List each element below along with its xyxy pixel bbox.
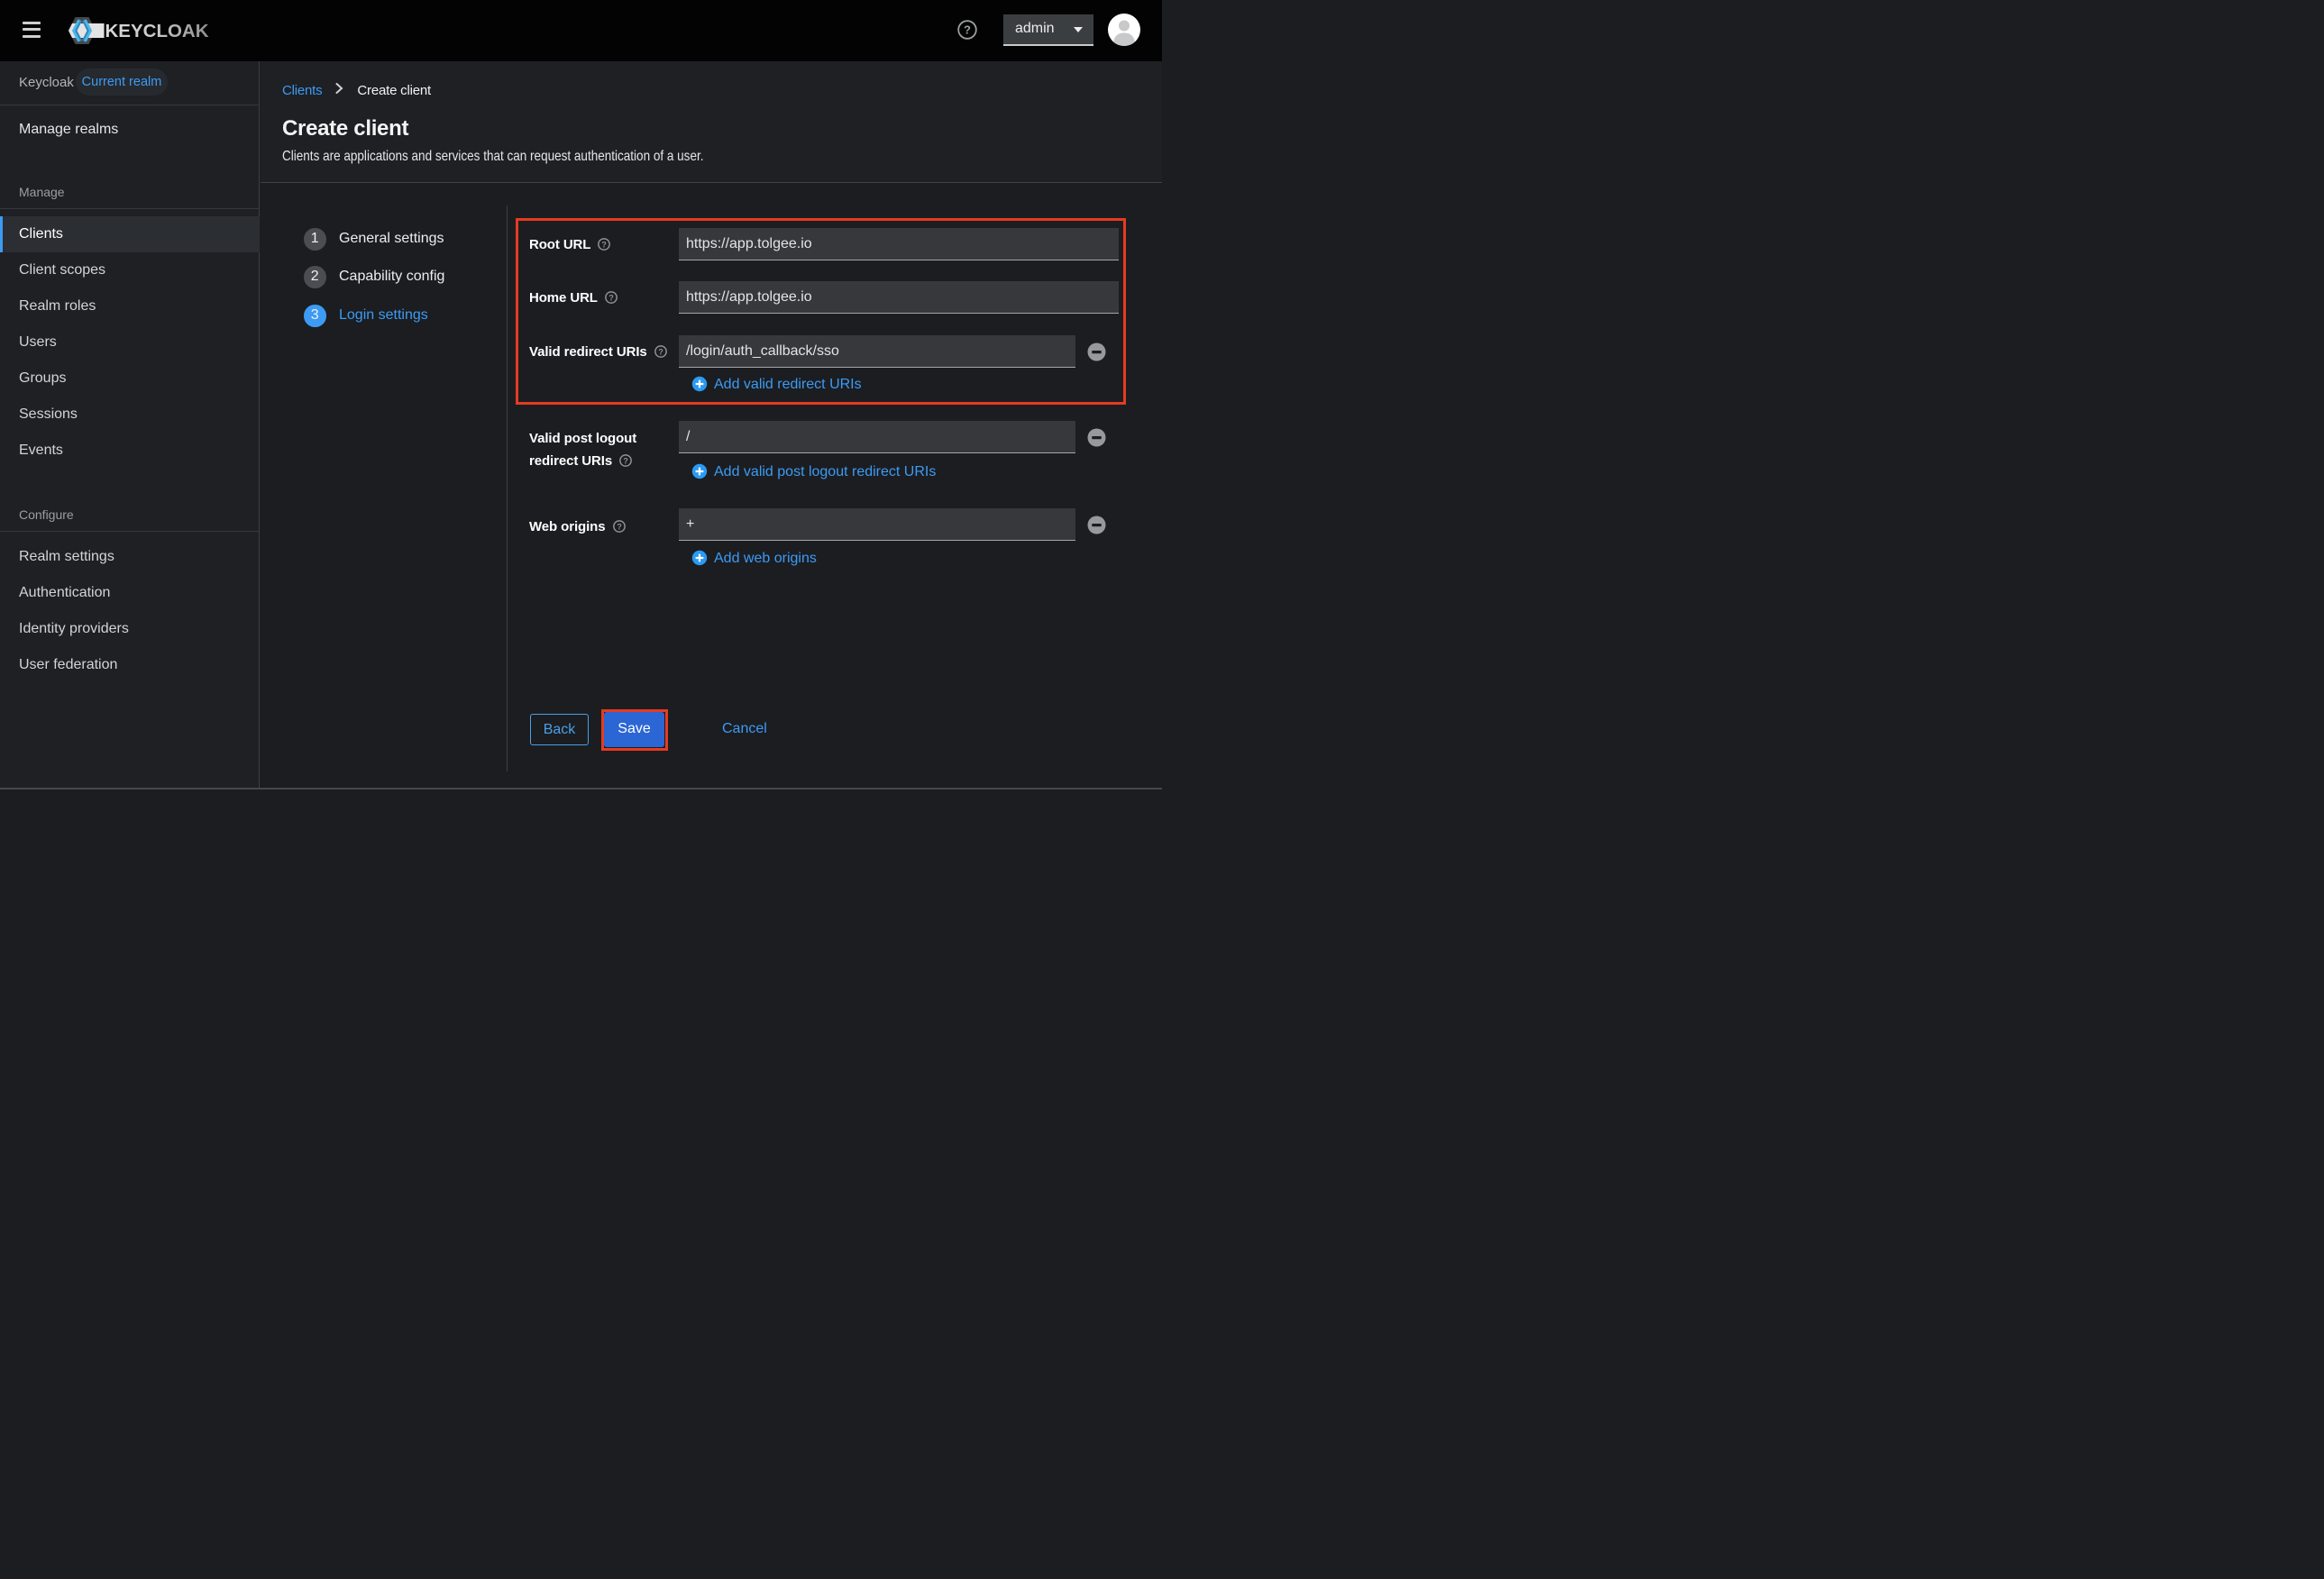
svg-text:KEYCLOAK: KEYCLOAK [105, 21, 209, 41]
svg-text:?: ? [623, 456, 627, 465]
svg-text:?: ? [617, 522, 621, 531]
svg-text:?: ? [964, 23, 971, 37]
